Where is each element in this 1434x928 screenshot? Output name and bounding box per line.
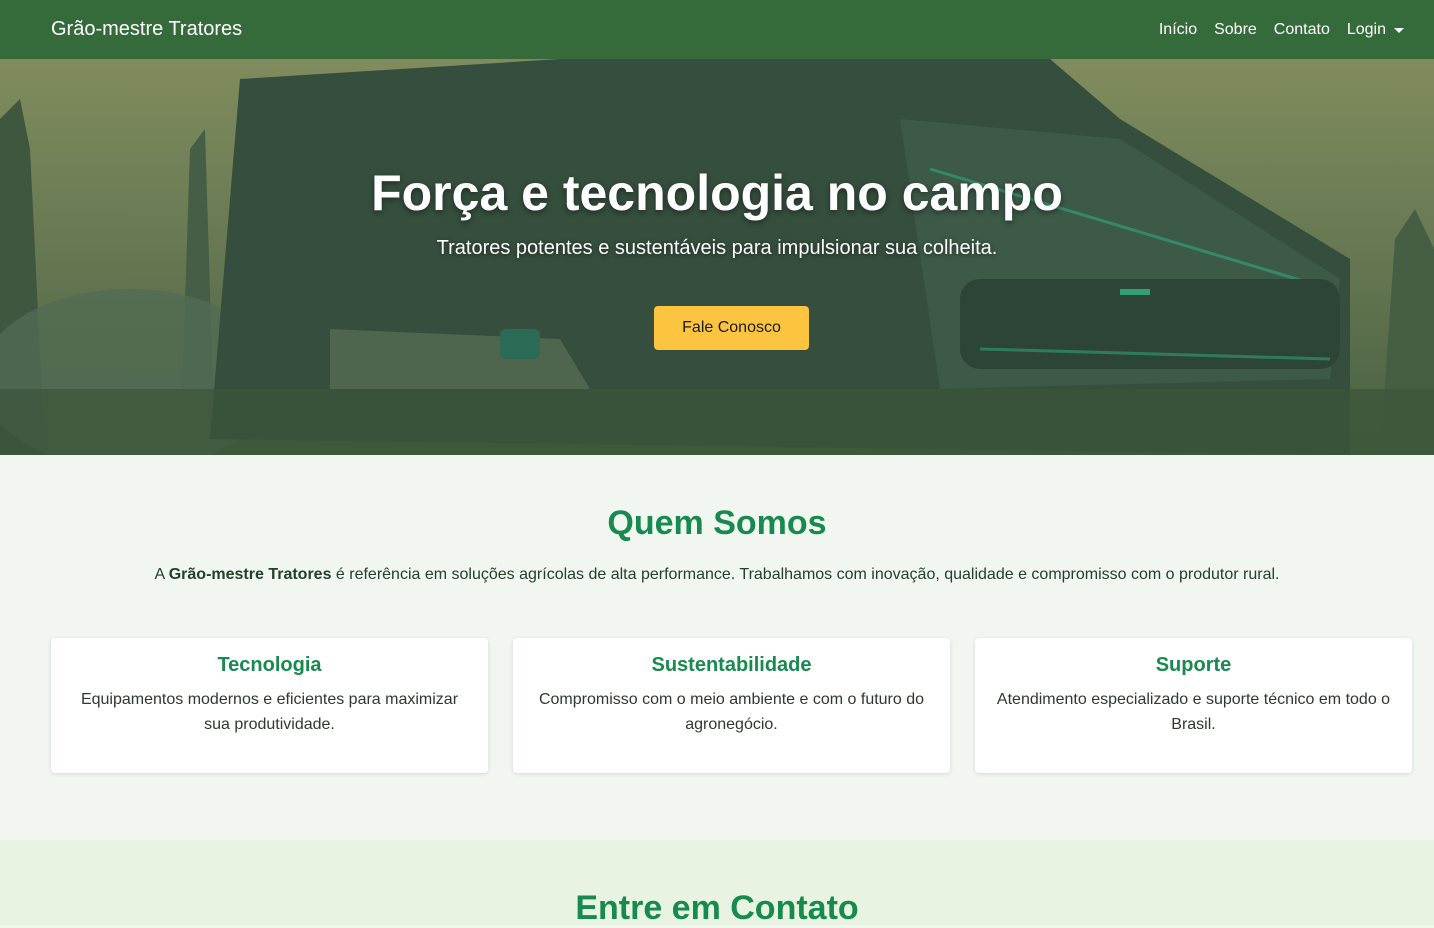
card-title: Suporte xyxy=(1155,654,1232,676)
nav-link-contato[interactable]: Contato xyxy=(1274,21,1330,39)
about-text-prefix: A xyxy=(154,566,169,583)
login-dropdown[interactable]: Login xyxy=(1347,21,1404,39)
feature-card-tecnologia: Tecnologia Equipamentos modernos e efici… xyxy=(51,638,488,773)
about-text-suffix: é referência em soluções agrícolas de al… xyxy=(331,566,1280,583)
about-section: Quem Somos A Grão-mestre Tratores é refe… xyxy=(0,455,1434,840)
card-text: Compromisso com o meio ambiente e com o … xyxy=(538,691,925,733)
contact-title: Entre em Contato xyxy=(575,889,859,927)
nav-links: Início Sobre Contato Login xyxy=(1142,21,1404,39)
card-title: Tecnologia xyxy=(217,654,322,676)
navbar: Grão-mestre Tratores Início Sobre Contat… xyxy=(0,0,1434,59)
hero-content: Força e tecnologia no campo Tratores pot… xyxy=(0,59,1434,455)
card-title: Sustentabilidade xyxy=(651,654,812,676)
login-label: Login xyxy=(1346,20,1386,38)
contact-section: Entre em Contato xyxy=(0,840,1434,927)
navbar-brand[interactable]: Grão-mestre Tratores xyxy=(51,18,242,41)
hero-title: Força e tecnologia no campo xyxy=(371,165,1063,221)
hero-subtitle: Tratores potentes e sustentáveis para im… xyxy=(436,237,998,259)
nav-link-sobre[interactable]: Sobre xyxy=(1214,21,1257,39)
card-text: Atendimento especializado e suporte técn… xyxy=(996,691,1391,733)
feature-card-suporte: Suporte Atendimento especializado e supo… xyxy=(975,638,1412,773)
about-title: Quem Somos xyxy=(607,504,827,542)
nav-link-inicio[interactable]: Início xyxy=(1159,21,1197,39)
card-text: Equipamentos modernos e eficientes para … xyxy=(80,691,459,733)
about-text: A Grão-mestre Tratores é referência em s… xyxy=(0,566,1434,584)
feature-card-sustentabilidade: Sustentabilidade Compromisso com o meio … xyxy=(513,638,950,773)
contact-us-button[interactable]: Fale Conosco xyxy=(654,306,809,350)
about-text-brand: Grão-mestre Tratores xyxy=(168,566,332,583)
hero-section: Força e tecnologia no campo Tratores pot… xyxy=(0,59,1434,455)
caret-down-icon xyxy=(1394,27,1404,33)
